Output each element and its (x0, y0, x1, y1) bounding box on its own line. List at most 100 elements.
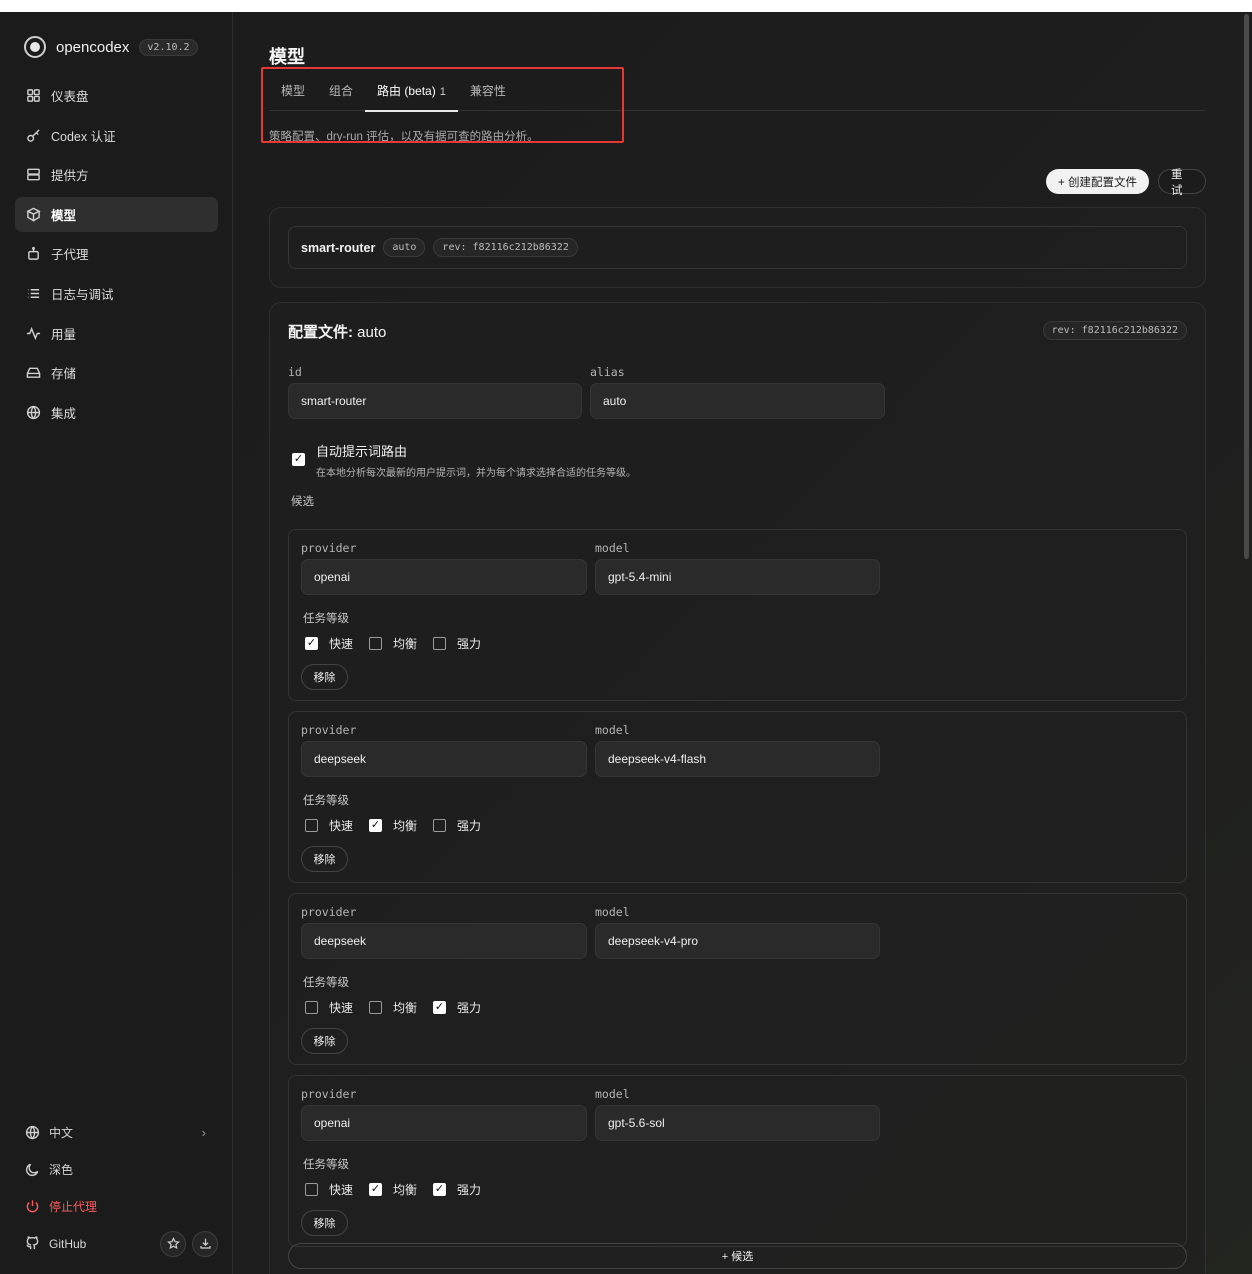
alias-chip: auto (383, 238, 426, 257)
provider-input[interactable]: deepseek (301, 741, 587, 777)
task-tier-label: 任务等级 (303, 795, 349, 807)
router-name: smart-router (301, 240, 376, 255)
github-label: GitHub (49, 1236, 87, 1251)
main-content: 模型 模型 组合 路由 (beta) 1 兼容性 策略配置、dry-run 评估，… (233, 12, 1252, 1274)
model-input[interactable]: deepseek-v4-pro (595, 923, 880, 959)
tier-option[interactable]: 快速 (305, 817, 353, 834)
sidebar-item-integrations[interactable]: 集成 (15, 395, 218, 430)
sidebar-item-models[interactable]: 模型 (15, 196, 218, 232)
server-icon (25, 167, 41, 183)
tier-checkbox[interactable] (369, 819, 383, 832)
power-icon (26, 1200, 39, 1213)
tab-label: 模型 (281, 84, 306, 98)
add-candidate-button[interactable]: + 候选 (288, 1243, 1187, 1269)
tier-label: 强力 (457, 1001, 482, 1015)
stop-proxy-label: 停止代理 (49, 1200, 98, 1214)
retry-button[interactable]: 重试 (1158, 169, 1206, 197)
tier-checkbox[interactable] (433, 1001, 447, 1014)
tier-option[interactable]: 均衡 (369, 1181, 417, 1198)
language-label: 中文 (49, 1126, 74, 1140)
theme-toggle[interactable]: 深色 (15, 1151, 218, 1188)
tier-option[interactable]: 快速 (305, 635, 353, 652)
scrollbar[interactable] (1244, 14, 1249, 559)
remove-candidate-button[interactable]: 移除 (301, 664, 348, 690)
sidebar-item-codex-auth[interactable]: Codex 认证 (15, 118, 218, 153)
alias-input[interactable]: auto (590, 383, 885, 419)
create-profile-button[interactable]: + 创建配置文件 (1046, 169, 1149, 194)
provider-input[interactable]: openai (301, 559, 587, 595)
model-input[interactable]: gpt-5.6-sol (595, 1105, 880, 1141)
sidebar-nav: 仪表盘 Codex 认证 提供方 模型 子代理 日志与调试 用量 存储 集成 (15, 78, 218, 434)
tier-checkbox[interactable] (369, 1183, 383, 1196)
id-input[interactable]: smart-router (288, 383, 582, 419)
tab-models[interactable]: 模型 (269, 79, 317, 111)
candidate-card: provider model openaigpt-5.6-sol 任务等级快速 均衡 强力… (288, 1075, 1187, 1247)
tier-checkbox[interactable] (305, 1183, 318, 1196)
model-input[interactable]: deepseek-v4-flash (595, 741, 880, 777)
sidebar-item-label: 模型 (51, 208, 77, 223)
model-label: model (595, 541, 630, 555)
router-row[interactable]: smart-router auto rev: f82116c212b86322 (288, 226, 1187, 269)
model-input[interactable]: gpt-5.4-mini (595, 559, 880, 595)
page-subtitle: 策略配置、dry-run 评估，以及有据可查的路由分析。 (269, 131, 539, 143)
tab-count-badge: 1 (439, 86, 446, 98)
sidebar-item-providers[interactable]: 提供方 (15, 157, 218, 192)
globe-icon (25, 404, 41, 420)
task-tier-options: 快速 均衡 强力 (305, 635, 497, 652)
id-label: id (288, 365, 302, 379)
tab-routing[interactable]: 路由 (beta) 1 (365, 79, 458, 112)
sidebar-item-label: 子代理 (51, 248, 89, 263)
remove-candidate-button[interactable]: 移除 (301, 846, 348, 872)
tab-compatibility[interactable]: 兼容性 (458, 79, 518, 111)
candidate-card: provider model openaigpt-5.4-mini 任务等级快速 均衡 强… (288, 529, 1187, 701)
candidate-card: provider model deepseek deepseek-v4-flash 任务… (288, 711, 1187, 883)
sidebar-item-usage[interactable]: 用量 (15, 316, 218, 351)
tier-checkbox[interactable] (433, 819, 447, 832)
tier-label: 快速 (329, 637, 354, 651)
tier-checkbox[interactable] (305, 819, 318, 832)
tier-option[interactable]: 强力 (433, 999, 481, 1016)
auto-route-checkbox[interactable] (292, 453, 305, 466)
app-window: opencodex v2.10.2 仪表盘 Codex 认证 提供方 模型 子代… (0, 12, 1252, 1274)
tier-option[interactable]: 均衡 (369, 999, 417, 1016)
tier-checkbox[interactable] (305, 637, 318, 650)
tier-checkbox[interactable] (305, 1001, 318, 1014)
tab-label: 路由 (beta) (377, 84, 436, 98)
sidebar-item-label: 集成 (51, 406, 77, 421)
sidebar-item-subagents[interactable]: 子代理 (15, 236, 218, 271)
tier-label: 均衡 (393, 1001, 418, 1015)
task-tier-label: 任务等级 (303, 977, 349, 989)
sidebar-item-label: 存储 (51, 367, 77, 382)
sidebar-item-label: 仪表盘 (51, 90, 89, 104)
tier-checkbox[interactable] (433, 637, 447, 650)
robot-icon (25, 246, 41, 262)
language-switch[interactable]: 中文 › (15, 1114, 218, 1151)
tier-checkbox[interactable] (433, 1183, 447, 1196)
chevron-right-icon: › (201, 1125, 206, 1140)
download-icon (199, 1238, 211, 1249)
provider-input[interactable]: openai (301, 1105, 587, 1141)
star-icon (166, 1237, 180, 1250)
remove-candidate-button[interactable]: 移除 (301, 1210, 348, 1236)
tier-checkbox[interactable] (369, 1001, 383, 1014)
tier-option[interactable]: 快速 (305, 999, 353, 1016)
stop-proxy-button[interactable]: 停止代理 (15, 1188, 218, 1225)
tier-checkbox[interactable] (369, 637, 383, 650)
tier-option[interactable]: 均衡 (369, 817, 417, 834)
sidebar-item-dashboard[interactable]: 仪表盘 (15, 78, 218, 113)
brand[interactable]: opencodex v2.10.2 (24, 36, 198, 58)
provider-input[interactable]: deepseek (301, 923, 587, 959)
tier-option[interactable]: 强力 (433, 1181, 481, 1198)
github-link[interactable]: GitHub (15, 1225, 218, 1262)
download-button[interactable] (192, 1230, 218, 1257)
sidebar-item-logs[interactable]: 日志与调试 (15, 276, 218, 311)
tier-option[interactable]: 快速 (305, 1181, 353, 1198)
tier-option[interactable]: 均衡 (369, 635, 417, 652)
tier-option[interactable]: 强力 (433, 635, 481, 652)
tier-option[interactable]: 强力 (433, 817, 481, 834)
star-button[interactable] (160, 1230, 186, 1257)
sidebar-item-storage[interactable]: 存储 (15, 355, 218, 390)
theme-label: 深色 (49, 1163, 74, 1177)
remove-candidate-button[interactable]: 移除 (301, 1028, 348, 1054)
tab-combos[interactable]: 组合 (317, 79, 365, 111)
